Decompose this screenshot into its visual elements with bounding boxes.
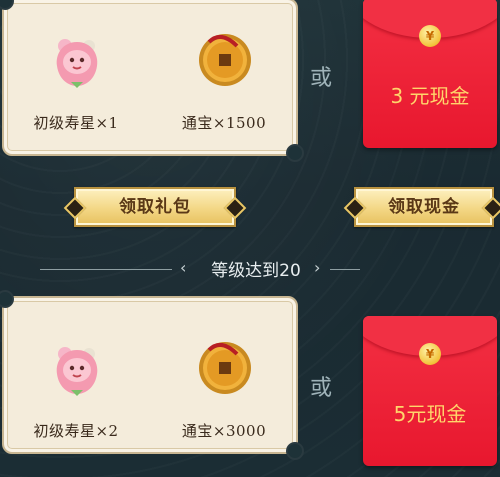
peach-star-icon xyxy=(41,336,111,406)
coin-icon xyxy=(189,336,259,406)
reward-item-label: 初级寿星×2 xyxy=(33,422,119,440)
peach-star-icon xyxy=(41,28,111,98)
reward-item-label: 通宝×3000 xyxy=(181,422,267,440)
level-divider: ‹ 等级达到20 › xyxy=(0,256,500,282)
or-separator: 或 xyxy=(310,66,333,91)
divider-line xyxy=(40,269,172,270)
divider-line xyxy=(330,269,360,270)
envelope-cash-label: 3 元现金 xyxy=(390,84,470,108)
claim-gift-button[interactable]: 领取礼包 xyxy=(63,187,247,227)
button-ornament-icon xyxy=(63,196,87,220)
button-ornament-icon xyxy=(481,196,500,220)
reward-item-coin: 通宝×1500 xyxy=(154,28,294,133)
button-ornament-icon xyxy=(343,196,367,220)
reward-item-peach-star: 初级寿星×2 xyxy=(6,336,146,441)
cash-red-envelope-tier-1[interactable]: ¥ 3 元现金 xyxy=(363,0,497,148)
claim-gift-label: 领取礼包 xyxy=(119,197,191,217)
level-requirement-text: 等级达到20 xyxy=(211,261,301,281)
reward-item-label: 初级寿星×1 xyxy=(33,114,119,132)
reward-item-peach-star: 初级寿星×1 xyxy=(6,28,146,133)
envelope-cash-label: 5元现金 xyxy=(393,402,467,426)
reward-item-coin: 通宝×3000 xyxy=(154,336,294,441)
reward-item-label: 通宝×1500 xyxy=(181,114,267,132)
yuan-seal-icon: ¥ xyxy=(419,25,441,47)
coin-icon xyxy=(189,28,259,98)
claim-cash-label: 领取现金 xyxy=(388,197,460,217)
chevron-left-icon: ‹ xyxy=(180,258,187,277)
chevron-right-icon: › xyxy=(314,258,321,277)
reward-card-tier-1: 初级寿星×1 通宝×1500 xyxy=(0,0,304,162)
button-ornament-icon xyxy=(223,196,247,220)
or-separator: 或 xyxy=(310,376,333,401)
cash-red-envelope-tier-2[interactable]: ¥ 5元现金 xyxy=(363,316,497,466)
yuan-seal-icon: ¥ xyxy=(419,343,441,365)
claim-cash-button[interactable]: 领取现金 xyxy=(343,187,500,227)
reward-card-tier-2: 初级寿星×2 通宝×3000 xyxy=(0,290,304,460)
